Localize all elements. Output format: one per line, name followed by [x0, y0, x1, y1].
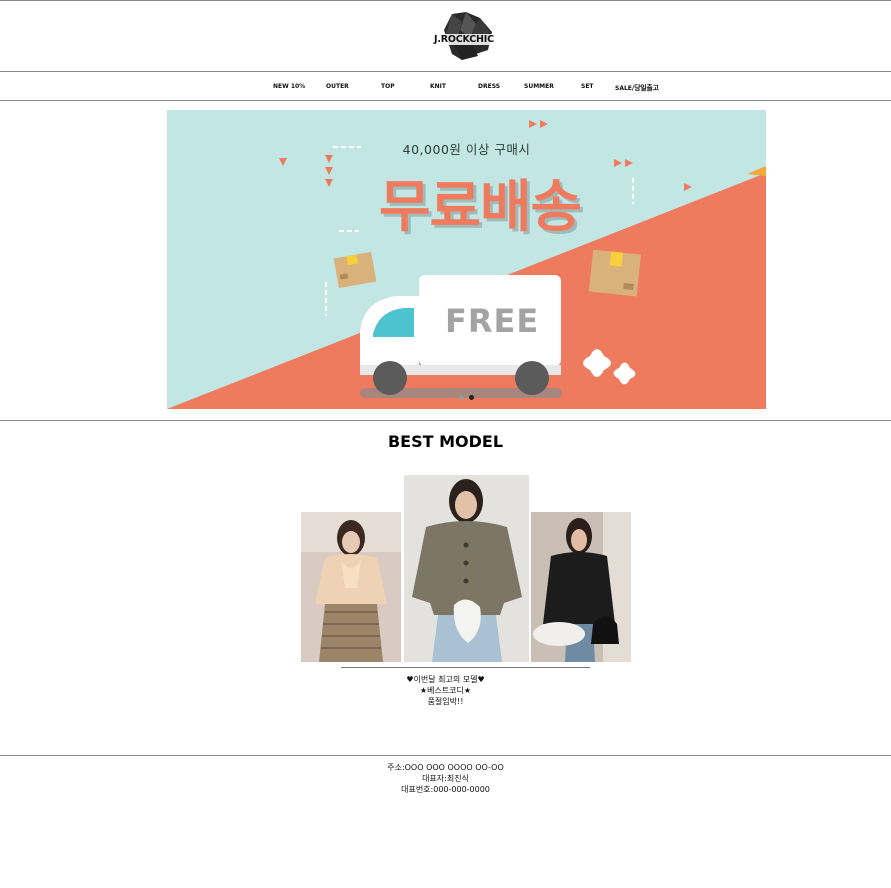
caption-line-1: ♥이번달 최고의 모델♥: [406, 675, 485, 684]
footer-address: 주소:OOO OOO OOOO OO-OO: [387, 763, 504, 772]
nav-sale-extra: 당일출고: [634, 84, 659, 92]
brand-logo[interactable]: J.ROCKCHIC: [432, 10, 504, 64]
slide-dot-1[interactable]: [459, 395, 464, 400]
nav-item-knit[interactable]: KNIT: [430, 83, 446, 90]
nav-item-top[interactable]: TOP: [381, 83, 395, 90]
section-divider: [0, 420, 891, 421]
nav-item-summer[interactable]: SUMMER: [524, 83, 554, 90]
nav-item-new[interactable]: NEW 10%: [273, 83, 305, 90]
product-image-black-blazer-look[interactable]: [531, 512, 631, 662]
footer-ceo: 대표자:최진식: [422, 774, 469, 783]
brand-name: J.ROCKCHIC: [433, 34, 495, 45]
product-image-blouse-look[interactable]: [301, 512, 401, 662]
banner-subtitle: 40,000원 이상 구매시: [402, 142, 531, 157]
top-border: [0, 0, 891, 1]
nav-bottom-border: [0, 100, 891, 101]
caption-line-3: 품절임박!!: [427, 697, 464, 706]
nav-item-dress[interactable]: DRESS: [478, 83, 500, 90]
nav-top-border: [0, 71, 891, 72]
nav-item-sale[interactable]: SALE/당일출고: [615, 83, 659, 93]
banner-title: 무료배송: [378, 175, 582, 240]
product-image-khaki-jacket-look[interactable]: [404, 475, 529, 662]
best-model-title: BEST MODEL: [387, 432, 504, 451]
main-nav: NEW 10% OUTER TOP KNIT DRESS SUMMER SET …: [0, 83, 891, 95]
caption-line-2: ★베스트코디★: [419, 686, 472, 695]
footer-border: [0, 755, 891, 756]
nav-sale-label: SALE/: [615, 85, 635, 92]
footer-phone: 대표번호:000-000-0000: [401, 785, 490, 794]
promo-banner[interactable]: 40,000원 이상 구매시 무료배송 FREE: [167, 110, 766, 409]
nav-item-outer[interactable]: OUTER: [326, 83, 349, 90]
slide-dot-2[interactable]: [469, 395, 474, 400]
nav-item-set[interactable]: SET: [581, 83, 594, 90]
truck-label: FREE: [445, 302, 540, 340]
caption-divider: [341, 667, 590, 668]
